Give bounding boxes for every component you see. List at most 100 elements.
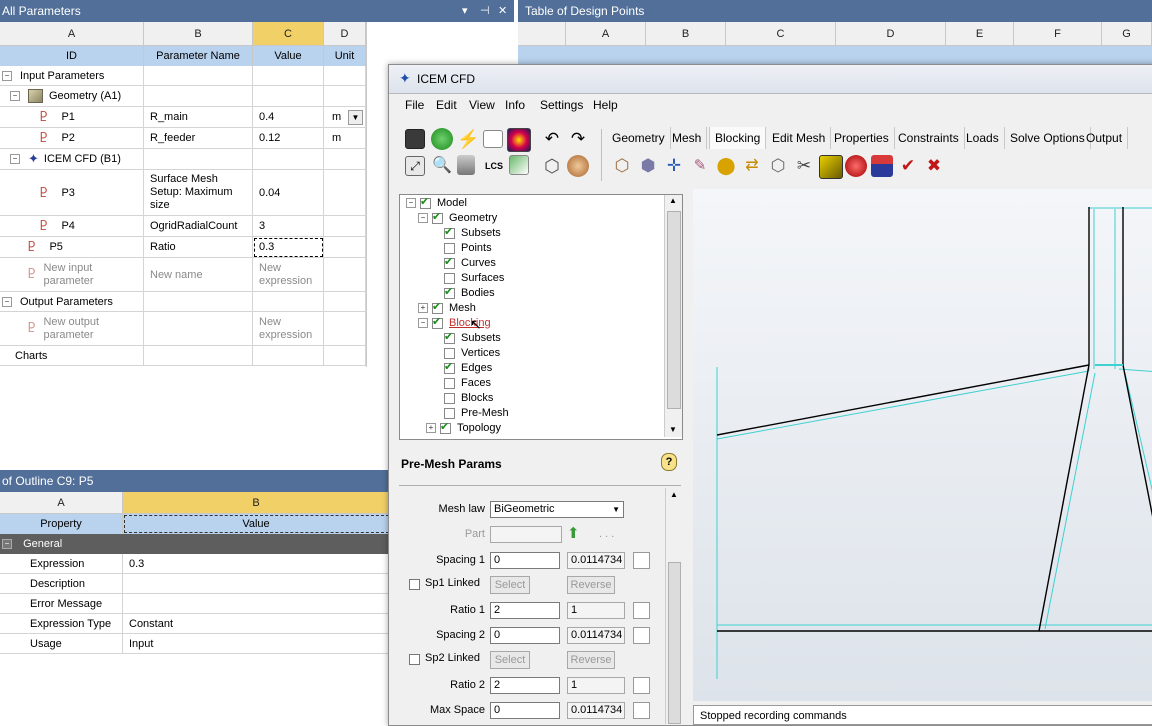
tab-loads[interactable]: Loads (961, 127, 1005, 149)
general-group-row[interactable]: − General (0, 534, 390, 554)
menu-view[interactable]: View (469, 94, 495, 116)
tab-properties[interactable]: Properties (829, 127, 895, 149)
collapse-icon[interactable]: − (2, 70, 12, 81)
unit-dropdown-icon[interactable]: ▼ (348, 110, 363, 125)
tab-mesh[interactable]: Mesh (667, 127, 708, 149)
menu-edit[interactable]: Edit (436, 94, 457, 116)
col-letter-b[interactable]: B (144, 22, 253, 46)
ratio1-input[interactable]: 2 (490, 602, 560, 619)
form-scrollbar[interactable]: ▲ (665, 488, 682, 724)
save-icon[interactable] (405, 129, 425, 149)
tree-item-geometry-subsets[interactable]: Subsets (444, 225, 501, 241)
visibility-checkbox[interactable] (444, 360, 455, 375)
panel-divider[interactable] (366, 22, 367, 367)
collapse-icon[interactable]: − (406, 198, 416, 209)
more-options-dots[interactable]: . . . (599, 528, 614, 540)
value-cell[interactable]: Input (123, 634, 390, 654)
close-icon[interactable]: ✕ (498, 0, 507, 22)
tab-blocking[interactable]: Blocking (709, 127, 767, 149)
tree-item-blocks[interactable]: Blocks (444, 391, 493, 406)
ratio2-color-box[interactable] (633, 677, 650, 694)
menu-help[interactable]: Help (593, 94, 618, 116)
icem-title-bar[interactable]: ✦ ICEM CFD (389, 65, 1152, 94)
visibility-checkbox[interactable] (444, 347, 455, 359)
row-name-cell[interactable]: R_feeder (144, 128, 253, 149)
sp1-linked-checkbox[interactable] (409, 579, 420, 590)
value-cell[interactable] (123, 594, 390, 614)
select-part-icon[interactable]: ⬆ (567, 524, 580, 542)
scroll-down-icon[interactable]: ▼ (669, 425, 677, 434)
visibility-checkbox[interactable] (444, 272, 455, 284)
part-field[interactable] (490, 526, 562, 543)
tree-item-topology[interactable]: + Topology (426, 420, 501, 436)
dp-col-c[interactable]: C (726, 22, 836, 46)
visibility-checkbox[interactable] (444, 330, 455, 345)
max-space-input[interactable]: 0 (490, 702, 560, 719)
tree-item-curves[interactable]: Curves (444, 255, 496, 271)
premesh-smooth-icon[interactable] (845, 155, 867, 177)
row-unit-cell[interactable]: m ▼ (324, 107, 366, 128)
spacing1-color-box[interactable] (633, 552, 650, 569)
visibility-checkbox[interactable] (432, 315, 443, 330)
premesh-params-icon[interactable] (819, 155, 843, 179)
split-block-icon[interactable]: ⬢ (637, 155, 659, 177)
row-value-cell[interactable]: New expression (253, 312, 324, 346)
visibility-checkbox[interactable] (444, 285, 455, 300)
distance-icon[interactable]: LCS (483, 155, 505, 177)
visibility-checkbox[interactable] (444, 255, 455, 270)
collapse-icon[interactable]: − (2, 539, 12, 550)
dp-col-a[interactable]: A (566, 22, 646, 46)
dp-col-b[interactable]: B (646, 22, 726, 46)
dp-col-g[interactable]: G (1102, 22, 1152, 46)
sp1-reverse-button[interactable]: Reverse (567, 576, 615, 594)
collapse-icon[interactable]: − (2, 296, 12, 307)
menu-settings[interactable]: Settings (540, 94, 583, 116)
scroll-thumb[interactable] (667, 211, 681, 409)
dp-col-d[interactable]: D (836, 22, 946, 46)
panel-menu-icon[interactable]: ▾ (462, 0, 468, 22)
row-name-cell[interactable]: OgridRadialCount (144, 216, 253, 237)
transform-block-icon[interactable]: ⬡ (767, 155, 789, 177)
undo-icon[interactable]: ↶ (541, 128, 563, 150)
visibility-checkbox[interactable] (420, 195, 431, 210)
associate-icon[interactable]: ⬤ (715, 155, 737, 177)
delete-block-icon[interactable]: ✖ (923, 155, 945, 177)
ratio1-color-box[interactable] (633, 602, 650, 619)
edit-block-icon[interactable]: ✎ (689, 155, 711, 177)
visibility-checkbox[interactable] (444, 225, 455, 240)
color-display-icon[interactable] (507, 128, 531, 152)
measure-icon[interactable] (457, 155, 475, 175)
zoom-icon[interactable]: 🔍 (431, 155, 453, 177)
tab-edit-mesh[interactable]: Edit Mesh (767, 127, 832, 149)
check-blocks-icon[interactable] (871, 155, 893, 177)
sp1-select-button[interactable]: Select (490, 576, 530, 594)
col-letter-a[interactable]: A (0, 22, 144, 46)
menu-file[interactable]: File (405, 94, 424, 116)
value-cell[interactable]: 0.3 (123, 554, 390, 574)
row-value-cell[interactable]: 3 (253, 216, 324, 237)
collapse-icon[interactable]: − (418, 213, 428, 224)
fit-window-icon[interactable]: ⤢ (405, 156, 425, 176)
menu-info[interactable]: Info (505, 94, 525, 116)
row-value-cell[interactable]: 0.4 (253, 107, 324, 128)
collapse-icon[interactable]: − (10, 154, 20, 164)
refresh-icon[interactable] (431, 128, 453, 150)
row-value-cell[interactable]: 0.12 (253, 128, 324, 149)
sp2-linked-checkbox[interactable] (409, 654, 420, 665)
tree-item-premesh[interactable]: Pre-Mesh (444, 406, 509, 421)
mesh-law-select[interactable]: BiGeometric ▼ (490, 501, 624, 518)
row-name-cell[interactable]: New name (144, 258, 253, 292)
tab-constraints[interactable]: Constraints (893, 127, 965, 149)
scroll-thumb[interactable] (668, 562, 681, 724)
merge-vertices-icon[interactable]: ✛ (663, 155, 685, 177)
visibility-checkbox[interactable] (444, 392, 455, 404)
expand-icon[interactable]: + (418, 303, 428, 314)
spacing2-input[interactable]: 0 (490, 627, 560, 644)
scroll-up-icon[interactable]: ▲ (670, 490, 678, 499)
col-letter-d[interactable]: D (324, 22, 366, 46)
lightning-icon[interactable]: ⚡ (457, 128, 479, 150)
col-letter-c[interactable]: C (253, 22, 324, 46)
row-name-cell[interactable]: Surface Mesh Setup: Maximum size (144, 170, 253, 216)
scroll-up-icon[interactable]: ▲ (669, 196, 677, 205)
tab-geometry[interactable]: Geometry (607, 127, 671, 149)
